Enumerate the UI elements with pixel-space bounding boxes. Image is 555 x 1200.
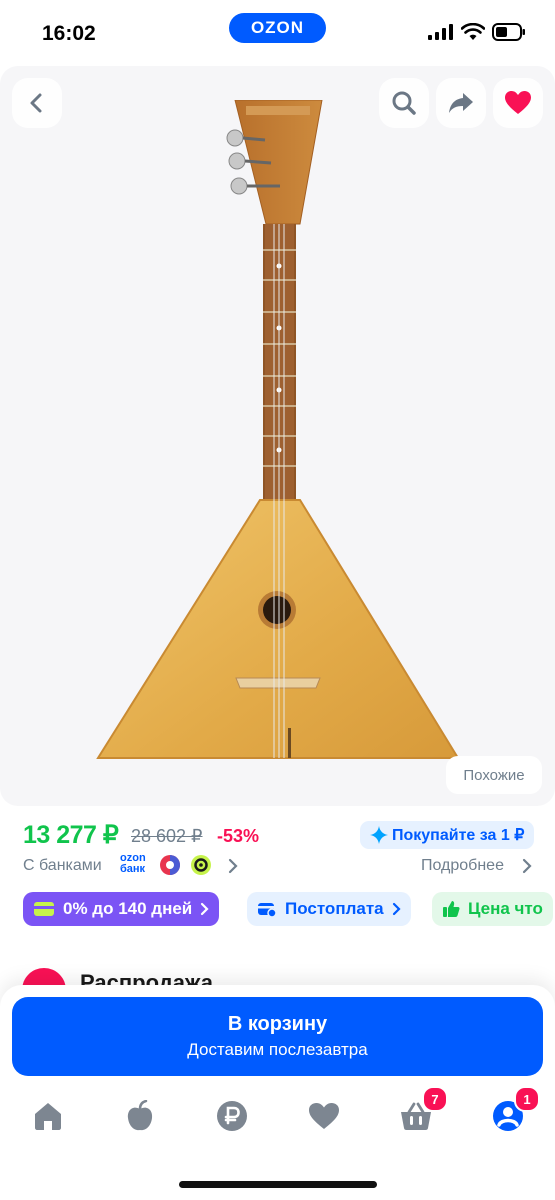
tab-home[interactable]: [28, 1096, 68, 1136]
details-chevron-icon[interactable]: [522, 858, 532, 874]
back-button[interactable]: [12, 78, 62, 128]
postpay-chip[interactable]: Постоплата: [247, 892, 411, 926]
back-icon: [30, 93, 42, 113]
postpay-label: Постоплата: [285, 899, 384, 918]
heart-icon: [505, 91, 531, 114]
chevron-right-icon: [392, 902, 401, 916]
similar-button[interactable]: Похожие: [446, 756, 542, 794]
postpay-icon: [258, 903, 277, 917]
tab-fresh[interactable]: [120, 1096, 160, 1136]
search-icon: [392, 91, 416, 115]
status-time: 16:02: [42, 22, 96, 45]
bank-logo-2-icon[interactable]: [190, 854, 212, 876]
details-link[interactable]: Подробнее: [421, 857, 504, 875]
card-icon: [34, 902, 54, 916]
share-icon: [449, 93, 473, 113]
wifi-icon: [461, 23, 485, 40]
add-to-cart-label: В корзину: [227, 1013, 328, 1035]
tab-finance[interactable]: [212, 1096, 252, 1136]
sparkle-icon: [370, 826, 388, 844]
installment-label: 0% до 140 дней: [63, 899, 193, 918]
chevron-right-icon: [201, 902, 209, 916]
ozon-bank-line2: банк: [120, 863, 146, 875]
ozon-logo[interactable]: OZON: [229, 13, 326, 43]
delivery-label: Доставим послезавтра: [187, 1040, 368, 1059]
tab-cart[interactable]: 7: [396, 1086, 448, 1136]
banks-chevron-icon[interactable]: [228, 858, 238, 874]
current-price: 13 277 ₽: [23, 821, 119, 849]
price-guarantee-chip[interactable]: Цена что: [432, 892, 553, 926]
buy-for-label: Покупайте за 1 ₽: [392, 827, 525, 844]
ozon-bank-logo[interactable]: ozon банк: [120, 853, 146, 875]
search-button[interactable]: [379, 78, 429, 128]
product-gallery[interactable]: [0, 66, 555, 806]
favorites-icon: [309, 1103, 339, 1129]
home-indicator: [179, 1181, 377, 1188]
discount-badge: -53%: [217, 826, 260, 846]
price-guarantee-label: Цена что: [468, 899, 543, 918]
add-to-cart-button[interactable]: В корзину Доставим послезавтра: [12, 997, 543, 1076]
banks-label: С банками: [23, 857, 102, 874]
status-icons: [428, 23, 526, 41]
signal-icon: [428, 24, 453, 40]
fresh-icon: [127, 1100, 153, 1131]
profile-badge: 1: [514, 1086, 540, 1112]
cart-badge: 7: [422, 1086, 448, 1112]
tab-favorites[interactable]: [304, 1096, 344, 1136]
favorite-button[interactable]: [493, 78, 543, 128]
old-price: 28 602 ₽: [131, 826, 203, 846]
buy-for-1-rub-button[interactable]: Покупайте за 1 ₽: [360, 821, 535, 849]
share-button[interactable]: [436, 78, 486, 128]
home-icon: [35, 1103, 61, 1130]
tab-profile[interactable]: 1: [488, 1086, 540, 1136]
installment-chip[interactable]: 0% до 140 дней: [23, 892, 220, 926]
product-image: [96, 100, 460, 759]
finance-icon: [217, 1101, 247, 1131]
thumbs-up-icon: [443, 901, 460, 917]
bank-logo-icon[interactable]: [159, 854, 181, 876]
battery-icon: [492, 23, 525, 41]
